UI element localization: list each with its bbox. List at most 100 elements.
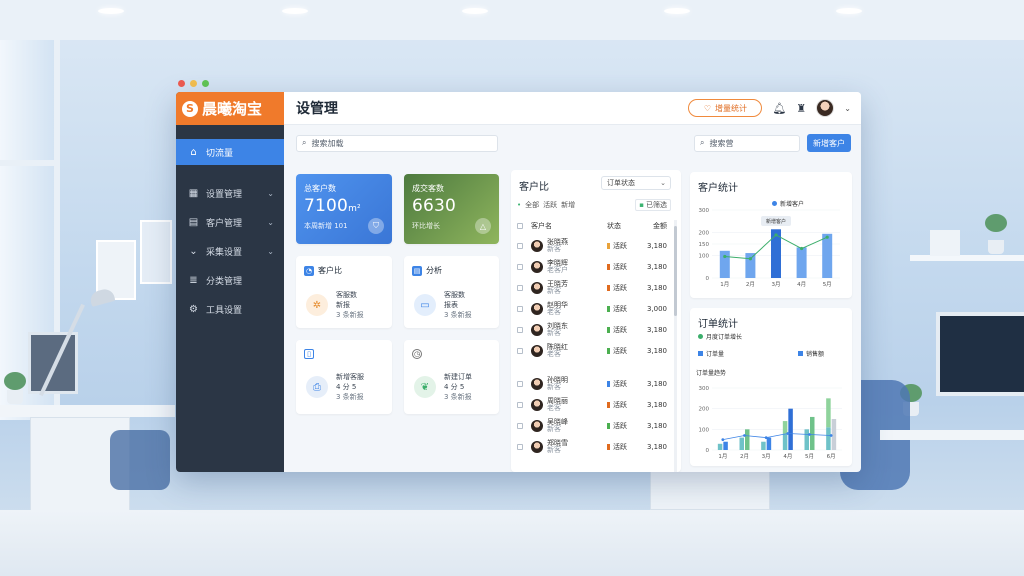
row-checkbox[interactable]	[517, 348, 523, 354]
row-checkbox[interactable]	[517, 264, 523, 270]
scrollbar-thumb[interactable]	[674, 226, 677, 316]
sidebar-item-category[interactable]: ≣ 分类管理	[176, 267, 284, 293]
bell-icon: △	[475, 218, 491, 234]
select-all-checkbox[interactable]	[517, 223, 523, 229]
customer-type: 老客户	[547, 266, 568, 274]
search-input[interactable]: ⌕ 搜索加载	[296, 134, 498, 152]
grid-icon: ▦	[188, 187, 199, 199]
filter-tag[interactable]: 新增	[561, 200, 575, 210]
stat-value: 6630	[412, 196, 457, 216]
customer-status: 活跃	[612, 284, 627, 292]
customer-status: 活跃	[612, 401, 627, 409]
status-dot	[606, 306, 610, 312]
stat-card-deals[interactable]: 成交客数 6630 环比增长 △	[404, 174, 499, 244]
row-checkbox[interactable]	[517, 285, 523, 291]
y-tick-label: 150	[699, 242, 710, 248]
leaf-icon: ❦	[414, 376, 436, 398]
row-checkbox[interactable]	[517, 327, 523, 333]
avatar	[531, 378, 543, 390]
trend-point	[774, 233, 778, 237]
search-input-secondary[interactable]: ⌕ 搜索营	[694, 134, 800, 152]
table-row[interactable]: 孙晓明 新客 活跃 3,180	[517, 374, 667, 394]
sidebar-item-tools[interactable]: ⚙ 工具设置	[176, 296, 284, 322]
brand-logo[interactable]: S 晨曦淘宝	[176, 92, 284, 125]
filter-button[interactable]: ▪ 已筛选	[635, 199, 671, 211]
status-dropdown[interactable]: 订单状态 ⌄	[601, 176, 671, 190]
status-dot	[606, 327, 610, 333]
sidebar: S 晨曦淘宝 ⌂ 切流量 ▦ 设置管理 ⌄ ▤ 客户管理 ⌄ ⌄ 采集设置 ⌄	[176, 92, 284, 472]
mini-card-new-order[interactable]: ◷ ❦ 新建订单 4 分 5 3 条新报	[404, 340, 499, 414]
y-tick-label: 300	[699, 386, 710, 392]
table-row[interactable]: 张晓燕 新客 活跃 3,180	[517, 236, 667, 256]
logo-icon: S	[182, 100, 198, 117]
status-dot	[606, 444, 610, 450]
annotation-label: 新增客户	[766, 218, 786, 225]
avatar[interactable]	[816, 99, 835, 117]
customer-amount: 3,180	[646, 263, 668, 271]
stat-sub: 环比增长	[412, 222, 440, 230]
table-row[interactable]: 周晓丽 老客 活跃 3,180	[517, 395, 667, 415]
table-row[interactable]: 赵明华 老客 活跃 3,000	[517, 299, 667, 319]
table-row[interactable]: 刘晓东 新客 活跃 3,180	[517, 320, 667, 340]
search-placeholder: 搜索加载	[311, 138, 344, 148]
notification-icon[interactable]: ♜	[796, 102, 806, 115]
filter-tag[interactable]: 活跃	[543, 200, 557, 210]
bell-icon[interactable]: 🔔︎	[772, 102, 786, 115]
ceiling-light	[98, 8, 124, 14]
mini-card-analysis[interactable]: ▤ 分析 ▭ 客服数 报表 3 条新报	[404, 256, 499, 328]
row-checkbox[interactable]	[517, 381, 523, 387]
add-customer-button[interactable]: 新增客户	[807, 134, 851, 152]
row-checkbox[interactable]	[517, 306, 523, 312]
table-row[interactable]: 郑晓雪 新客 活跃 3,180	[517, 437, 667, 457]
toolbar: ⌕ 搜索加载 ⌕ 搜索营 新增客户	[284, 125, 861, 161]
table-row[interactable]: 王晓芳 新客 活跃 3,180	[517, 278, 667, 298]
customer-type: 新客	[547, 383, 561, 391]
table-header: 客户名 状态 金额	[517, 220, 667, 232]
shelf-box	[930, 230, 960, 256]
row-checkbox[interactable]	[517, 243, 523, 249]
panel-title: 客户比	[519, 182, 549, 193]
customer-type: 新客	[547, 425, 561, 433]
customer-type: 老客	[547, 350, 561, 358]
table-row[interactable]: 李晓辉 老客户 活跃 3,180	[517, 257, 667, 277]
sidebar-item-dashboard[interactable]: ⌂ 切流量	[176, 139, 284, 165]
close-dot[interactable]	[178, 80, 185, 87]
page-title: 设管理	[296, 101, 338, 117]
mini-line: 报表	[444, 301, 458, 309]
mini-line: 3 条新报	[444, 311, 472, 319]
mini-line: 3 条新报	[336, 393, 364, 401]
stats-pill-button[interactable]: ♡ 增量统计	[688, 99, 763, 117]
minimize-dot[interactable]	[190, 80, 197, 87]
ceiling-light	[836, 8, 862, 14]
sidebar-item-customers[interactable]: ▤ 客户管理 ⌄	[176, 209, 284, 235]
table-row[interactable]: 吴晓峰 新客 活跃 3,180	[517, 416, 667, 436]
customer-amount: 3,180	[646, 401, 668, 409]
mini-card-title: 分析	[426, 266, 442, 275]
sidebar-item-collect[interactable]: ⌄ 采集设置 ⌄	[176, 238, 284, 264]
avatar	[531, 441, 543, 453]
mini-card-customer-ratio[interactable]: ◔ 客户比 ✲ 客服数 新报 3 条新报	[296, 256, 392, 328]
row-checkbox[interactable]	[517, 444, 523, 450]
ceiling-light	[282, 8, 308, 14]
wall-shelf	[910, 255, 1024, 261]
bar	[745, 253, 756, 278]
wall-picture	[140, 220, 172, 284]
stats-pill-label: 增量统计	[715, 103, 748, 113]
column-header: 金额	[653, 222, 667, 230]
dropdown-value: 订单状态	[607, 179, 635, 187]
mini-card-new-service[interactable]: ▯ ⎙ 新增客服 4 分 5 3 条新报	[296, 340, 392, 414]
bar-orders	[745, 429, 750, 450]
sidebar-item-settings[interactable]: ▦ 设置管理 ⌄	[176, 180, 284, 206]
background-monitor	[936, 312, 1024, 396]
filter-bar: • 全部 活跃 新增 ▪ 已筛选	[517, 197, 671, 213]
row-checkbox[interactable]	[517, 423, 523, 429]
filter-tag[interactable]: 全部	[525, 200, 539, 210]
maximize-dot[interactable]	[202, 80, 209, 87]
row-checkbox[interactable]	[517, 402, 523, 408]
file-icon: ▯	[304, 349, 314, 359]
avatar	[531, 282, 543, 294]
table-icon: ▤	[188, 216, 199, 228]
chevron-down-icon[interactable]: ⌄	[844, 104, 851, 113]
stat-card-customers[interactable]: 总客户数 7100m² 本周新增 101 ⛉	[296, 174, 392, 244]
table-row[interactable]: 陈晓红 老客 活跃 3,180	[517, 341, 667, 361]
